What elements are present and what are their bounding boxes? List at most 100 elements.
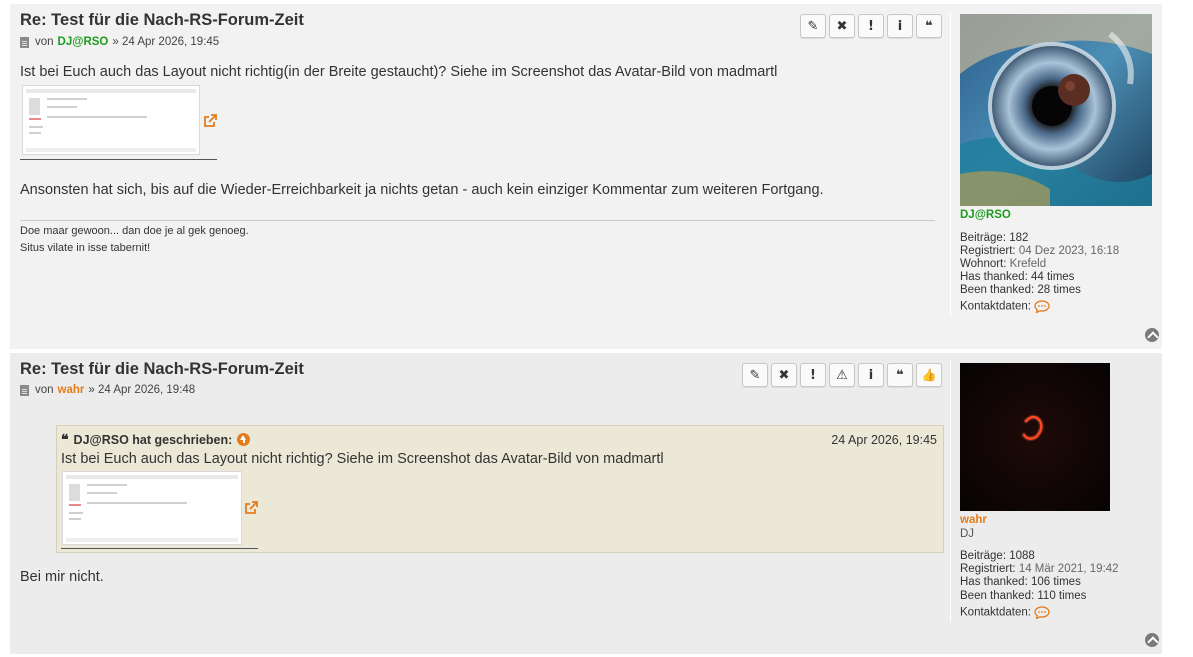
- screenshot-thumbnail[interactable]: [62, 471, 242, 545]
- signature-divider: [20, 220, 935, 221]
- info-button[interactable]: i: [887, 14, 913, 38]
- back-to-top-icon[interactable]: [1145, 633, 1159, 647]
- delete-icon: ✖: [778, 367, 790, 383]
- stat-value[interactable]: 182: [1009, 232, 1028, 244]
- signature-line: Doe maar gewoon... dan doe je al gek gen…: [20, 225, 249, 237]
- contact-label: Kontaktdaten:: [960, 606, 1031, 619]
- report-button[interactable]: !: [858, 14, 884, 38]
- profile-username[interactable]: DJ@RSO: [960, 209, 1011, 221]
- stat-label: Beiträge:: [960, 232, 1007, 244]
- quote-author: DJ@RSO hat geschrieben:: [73, 432, 233, 447]
- stat-label: Registriert:: [960, 563, 1016, 575]
- profile-stat: Been thanked: 28 times: [960, 284, 1081, 296]
- post-actions: ✎ ✖ ! ⚠ i ❝ 👍: [742, 363, 942, 387]
- post-title[interactable]: Re: Test für die Nach-RS-Forum-Zeit: [20, 11, 304, 30]
- delete-icon: ✖: [836, 18, 848, 34]
- profile-contact: Kontaktdaten:: [960, 300, 1050, 313]
- go-to-quoted-post-icon[interactable]: [237, 433, 251, 446]
- stat-value[interactable]: 44 times: [1031, 271, 1074, 283]
- profile-stat: Beiträge: 182: [960, 232, 1028, 244]
- post-date: » 24 Apr 2026, 19:48: [88, 384, 196, 396]
- profile-stat: Beiträge: 1088: [960, 550, 1035, 562]
- delete-button[interactable]: ✖: [771, 363, 797, 387]
- info-icon: i: [897, 18, 903, 34]
- stat-label: Registriert:: [960, 245, 1016, 257]
- signature-line: Situs vilate in isse tabernit!: [20, 242, 151, 254]
- contact-chat-icon[interactable]: [1034, 300, 1050, 313]
- stat-value[interactable]: 1088: [1009, 550, 1035, 562]
- post-meta: von DJ@RSO » 24 Apr 2026, 19:45: [20, 36, 219, 48]
- profile-stat: Wohnort: Krefeld: [960, 258, 1046, 270]
- delete-button[interactable]: ✖: [829, 14, 855, 38]
- pencil-icon: ✎: [749, 367, 761, 383]
- profile-stat: Registriert: 14 Mär 2021, 19:42: [960, 563, 1119, 575]
- post-author[interactable]: wahr: [58, 384, 85, 396]
- stat-value: 14 Mär 2021, 19:42: [1018, 563, 1119, 575]
- back-to-top-icon[interactable]: [1145, 328, 1159, 342]
- stat-value[interactable]: 106 times: [1031, 576, 1081, 588]
- reply-text: Bei mir nicht.: [20, 569, 104, 585]
- post-author[interactable]: DJ@RSO: [58, 36, 109, 48]
- post-actions: ✎ ✖ ! i ❝: [800, 14, 942, 38]
- meta-prefix: von: [35, 384, 54, 396]
- quote-icon: ❝: [896, 367, 904, 383]
- profile-stat: Been thanked: 110 times: [960, 590, 1086, 602]
- info-icon: i: [868, 367, 874, 383]
- profile-contact: Kontaktdaten:: [960, 606, 1050, 619]
- profile-stat: Registriert: 04 Dez 2023, 16:18: [960, 245, 1119, 257]
- external-link-icon[interactable]: [203, 114, 217, 128]
- quote-date: 24 Apr 2026, 19:45: [831, 433, 937, 447]
- post-profile: wahr DJ Beiträge: 1088 Registriert: 14 M…: [950, 353, 1160, 654]
- edit-button[interactable]: ✎: [742, 363, 768, 387]
- screenshot-thumbnail[interactable]: [22, 85, 200, 155]
- warning-icon: ⚠: [836, 367, 848, 383]
- edit-button[interactable]: ✎: [800, 14, 826, 38]
- thanks-button[interactable]: 👍: [916, 363, 942, 387]
- post-link-icon[interactable]: [20, 384, 29, 396]
- stat-label: Has thanked:: [960, 271, 1028, 283]
- post-text: Ansonsten hat sich, bis auf die Wieder-E…: [20, 182, 824, 198]
- report-icon: !: [810, 367, 816, 383]
- stat-label: Been thanked:: [960, 284, 1035, 296]
- post-date: » 24 Apr 2026, 19:45: [112, 36, 220, 48]
- contact-chat-icon[interactable]: [1034, 606, 1050, 619]
- stat-label: Been thanked:: [960, 590, 1035, 602]
- post-link-icon[interactable]: [20, 36, 29, 48]
- info-button[interactable]: i: [858, 363, 884, 387]
- stat-value[interactable]: 110 times: [1037, 590, 1086, 602]
- pencil-icon: ✎: [807, 18, 819, 34]
- image-divider: [61, 548, 258, 549]
- stat-value[interactable]: 28 times: [1037, 284, 1080, 296]
- stat-label: Has thanked:: [960, 576, 1028, 588]
- post-text: Ist bei Euch auch das Layout nicht richt…: [20, 64, 778, 80]
- thumbs-up-icon: 👍: [921, 368, 937, 382]
- post-profile: DJ@RSO Beiträge: 182 Registriert: 04 Dez…: [950, 4, 1160, 349]
- report-icon: !: [868, 18, 874, 34]
- quote-text: Ist bei Euch auch das Layout nicht richt…: [61, 451, 664, 467]
- user-avatar[interactable]: [960, 363, 1110, 511]
- stat-value: Krefeld: [1009, 258, 1047, 270]
- quote-header: ❝ DJ@RSO hat geschrieben:: [61, 431, 251, 448]
- meta-prefix: von: [35, 36, 54, 48]
- profile-username[interactable]: wahr: [960, 514, 987, 526]
- image-divider: [20, 159, 217, 160]
- post: Re: Test für die Nach-RS-Forum-Zeit von …: [10, 353, 1162, 654]
- contact-label: Kontaktdaten:: [960, 300, 1031, 313]
- quote-icon: ❝: [61, 431, 69, 447]
- external-link-icon[interactable]: [244, 501, 258, 515]
- profile-stat: Has thanked: 44 times: [960, 271, 1074, 283]
- quote-block: ❝ DJ@RSO hat geschrieben: 24 Apr 2026, 1…: [56, 425, 944, 553]
- report-button[interactable]: !: [800, 363, 826, 387]
- quote-button[interactable]: ❝: [916, 14, 942, 38]
- profile-stat: Has thanked: 106 times: [960, 576, 1081, 588]
- quote-icon: ❝: [925, 18, 933, 34]
- stat-value: 04 Dez 2023, 16:18: [1018, 245, 1120, 257]
- user-avatar[interactable]: [960, 14, 1152, 206]
- post-meta: von wahr » 24 Apr 2026, 19:48: [20, 384, 195, 396]
- quote-button[interactable]: ❝: [887, 363, 913, 387]
- stat-label: Beiträge:: [960, 550, 1007, 562]
- warn-button[interactable]: ⚠: [829, 363, 855, 387]
- post: Re: Test für die Nach-RS-Forum-Zeit von …: [10, 4, 1162, 349]
- post-title[interactable]: Re: Test für die Nach-RS-Forum-Zeit: [20, 360, 304, 379]
- profile-rank: DJ: [960, 528, 975, 540]
